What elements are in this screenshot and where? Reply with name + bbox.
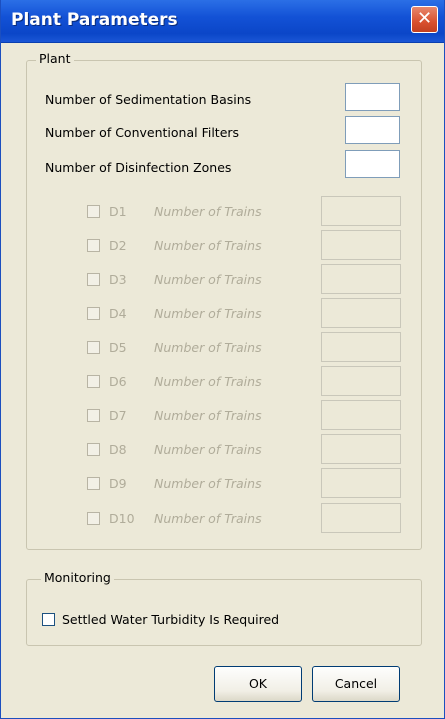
zone-d9-trains-input[interactable] [321, 468, 401, 498]
zone-d6-checkbox[interactable] [87, 375, 100, 388]
conventional-filters-label: Number of Conventional Filters [45, 125, 240, 140]
window-title: Plant Parameters [11, 10, 178, 30]
conventional-filters-input[interactable] [345, 116, 400, 144]
zone-id-label: D9 [109, 476, 127, 491]
turbidity-checkbox[interactable] [42, 613, 55, 626]
zone-id-label: D4 [109, 306, 127, 321]
trains-label: Number of Trains [154, 374, 262, 389]
zone-id-label: D2 [109, 238, 127, 253]
zone-d1-trains-input[interactable] [321, 196, 401, 226]
zone-id-label: D6 [109, 374, 127, 389]
trains-label: Number of Trains [154, 238, 262, 253]
zone-d8-checkbox[interactable] [87, 443, 100, 456]
zone-d4-checkbox[interactable] [87, 307, 100, 320]
zone-id-label: D8 [109, 442, 127, 457]
sedimentation-basins-label: Number of Sedimentation Basins [45, 92, 252, 107]
zone-d3-trains-input[interactable] [321, 264, 401, 294]
zone-d10-trains-input[interactable] [321, 503, 401, 533]
ok-button[interactable]: OK [214, 666, 302, 702]
zone-id-label: D3 [109, 272, 127, 287]
zone-d7-checkbox[interactable] [87, 409, 100, 422]
disinfection-zones-input[interactable] [345, 150, 400, 178]
zone-d2-trains-input[interactable] [321, 230, 401, 260]
trains-label: Number of Trains [154, 204, 262, 219]
plant-group-legend: Plant [36, 51, 74, 66]
trains-label: Number of Trains [154, 272, 262, 287]
monitoring-group-legend: Monitoring [41, 570, 114, 585]
close-icon[interactable]: ✕ [411, 6, 438, 33]
zone-id-label: D7 [109, 408, 127, 423]
trains-label: Number of Trains [154, 476, 262, 491]
zone-id-label: D10 [109, 511, 135, 526]
trains-label: Number of Trains [154, 442, 262, 457]
trains-label: Number of Trains [154, 306, 262, 321]
title-bar[interactable]: Plant Parameters ✕ [1, 0, 444, 43]
trains-label: Number of Trains [154, 340, 262, 355]
zone-d3-checkbox[interactable] [87, 273, 100, 286]
zone-d5-trains-input[interactable] [321, 332, 401, 362]
zone-d10-checkbox[interactable] [87, 512, 100, 525]
zone-d9-checkbox[interactable] [87, 477, 100, 490]
disinfection-zones-label: Number of Disinfection Zones [45, 160, 232, 175]
zone-d7-trains-input[interactable] [321, 400, 401, 430]
cancel-button[interactable]: Cancel [312, 666, 400, 702]
zone-id-label: D5 [109, 340, 127, 355]
trains-label: Number of Trains [154, 408, 262, 423]
zone-d5-checkbox[interactable] [87, 341, 100, 354]
zone-id-label: D1 [109, 204, 127, 219]
zone-d8-trains-input[interactable] [321, 434, 401, 464]
zone-d6-trains-input[interactable] [321, 366, 401, 396]
sedimentation-basins-input[interactable] [345, 83, 400, 111]
turbidity-checkbox-label: Settled Water Turbidity Is Required [62, 612, 280, 627]
trains-label: Number of Trains [154, 511, 262, 526]
zone-d4-trains-input[interactable] [321, 298, 401, 328]
zone-d1-checkbox[interactable] [87, 205, 100, 218]
plant-parameters-dialog: Plant Parameters ✕ Plant Number of Sedim… [0, 0, 445, 719]
zone-d2-checkbox[interactable] [87, 239, 100, 252]
